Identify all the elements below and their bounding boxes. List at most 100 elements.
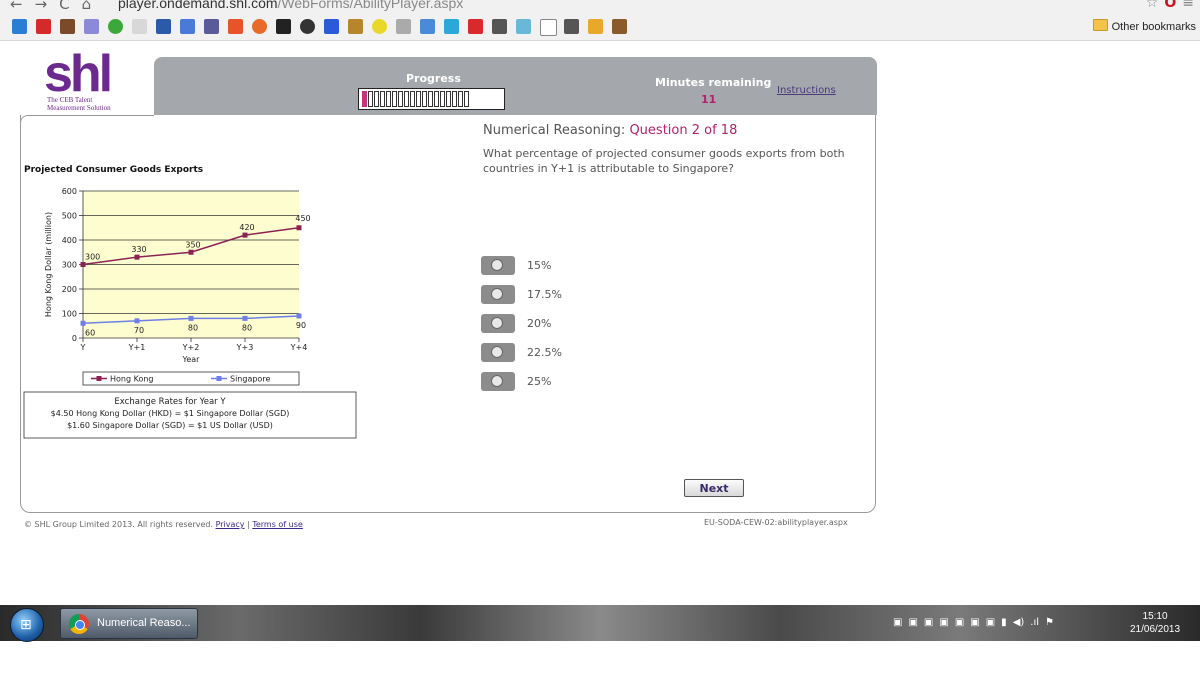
x-tick-label: Y <box>80 343 86 352</box>
network-status-icon[interactable]: ▣ <box>924 617 933 628</box>
bookmark-icon[interactable] <box>444 19 459 34</box>
footer-separator: | <box>247 520 250 529</box>
bookmark-icon[interactable] <box>588 19 603 34</box>
legend-label: Singapore <box>230 375 270 384</box>
progress-segment <box>380 91 385 107</box>
data-point <box>188 315 194 321</box>
bookmark-icon[interactable] <box>60 19 75 34</box>
answer-option[interactable]: 22.5% <box>481 338 562 367</box>
answer-option[interactable]: 17.5% <box>481 280 562 309</box>
minutes-value: 11 <box>701 93 717 106</box>
bookmark-icon[interactable] <box>108 19 123 34</box>
taskbar-clock[interactable]: 15:10 21/06/2013 <box>1130 610 1180 636</box>
data-label: 80 <box>242 323 252 332</box>
star-icon[interactable]: ☆ <box>1146 0 1159 11</box>
chart-title: Projected Consumer Goods Exports <box>24 165 204 175</box>
system-tray: ▣ ▣ ▣ ▣ ▣ ▣ ▣ ▮ ◀) .ıl ⚑ <box>893 617 1060 628</box>
home-icon[interactable]: ⌂ <box>82 0 92 13</box>
bookmark-icon[interactable] <box>564 19 579 34</box>
bookmark-icon[interactable] <box>12 19 27 34</box>
sync-icon[interactable]: ▣ <box>939 617 948 628</box>
instructions-link[interactable]: Instructions <box>777 85 836 96</box>
answer-option[interactable]: 25% <box>481 367 562 396</box>
bookmark-icon[interactable] <box>468 19 483 34</box>
answer-option[interactable]: 20% <box>481 309 562 338</box>
bookmark-icon[interactable] <box>180 19 195 34</box>
bookmark-icon[interactable] <box>252 19 267 34</box>
menu-icon[interactable]: ≡ <box>1182 0 1194 11</box>
data-label: 90 <box>296 321 306 330</box>
question-prefix: Numerical Reasoning: <box>483 123 626 138</box>
answer-label: 17.5% <box>527 288 562 301</box>
footer-page-id: EU-SODA-CEW-02:abilityplayer.aspx <box>704 518 848 527</box>
radio-button[interactable] <box>481 285 515 304</box>
app-icon[interactable]: ▣ <box>986 617 995 628</box>
terms-link[interactable]: Terms of use <box>252 520 303 529</box>
bookmark-icon[interactable] <box>84 19 99 34</box>
bookmark-icon[interactable] <box>396 19 411 34</box>
flag-icon[interactable]: ⚑ <box>1045 617 1054 628</box>
bookmark-icon[interactable] <box>132 19 147 34</box>
radio-button[interactable] <box>481 314 515 333</box>
bookmark-icon[interactable] <box>300 19 315 34</box>
opera-icon[interactable]: O <box>1164 0 1176 11</box>
answer-option[interactable]: 15% <box>481 251 562 280</box>
bookmark-icon[interactable] <box>324 19 339 34</box>
bookmark-icon[interactable] <box>348 19 363 34</box>
data-point <box>80 320 86 326</box>
shield-icon[interactable]: ▣ <box>893 617 902 628</box>
taskbar-chrome-window[interactable]: Numerical Reaso... <box>60 608 198 639</box>
windows-logo-icon: ⊞ <box>20 617 32 633</box>
privacy-link[interactable]: Privacy <box>216 520 245 529</box>
back-icon[interactable]: ← <box>10 0 23 13</box>
copyright-text: © SHL Group Limited 2013. All rights res… <box>24 520 214 529</box>
y-tick-label: 200 <box>62 285 77 294</box>
monitor-icon[interactable]: ▣ <box>970 617 979 628</box>
address-bar[interactable]: player.ondemand.shl.com/WebForms/Ability… <box>118 0 463 11</box>
reload-icon[interactable]: C <box>59 0 69 13</box>
bookmark-icon[interactable] <box>492 19 507 34</box>
display-icon[interactable]: ▣ <box>955 617 964 628</box>
bookmark-icon[interactable] <box>612 19 627 34</box>
bookmark-icon[interactable] <box>276 19 291 34</box>
adobe-icon[interactable]: ▣ <box>908 617 917 628</box>
bookmark-icon[interactable] <box>540 19 557 36</box>
exchange-rate-line: $1.60 Singapore Dollar (SGD) = $1 US Dol… <box>67 421 273 430</box>
bookmark-icon[interactable] <box>372 19 387 34</box>
y-tick-label: 600 <box>62 187 77 196</box>
folder-icon <box>1092 19 1108 31</box>
progress-segment <box>368 91 373 107</box>
start-button[interactable]: ⊞ <box>10 608 44 642</box>
bookmark-icon[interactable] <box>156 19 171 34</box>
bookmark-icon[interactable] <box>228 19 243 34</box>
data-label: 80 <box>188 323 198 332</box>
question-header: Numerical Reasoning: Question 2 of 18 <box>483 123 737 138</box>
y-tick-label: 100 <box>62 310 77 319</box>
answer-list: 15% 17.5% 20% 22.5% 25% <box>481 251 562 396</box>
bookmark-icon[interactable] <box>36 19 51 34</box>
y-tick-label: 400 <box>62 236 77 245</box>
bookmark-icon[interactable] <box>204 19 219 34</box>
other-bookmarks[interactable]: Other bookmarks <box>1092 19 1196 33</box>
browser-extensions: ☆ O ≡ <box>1146 0 1194 11</box>
shl-logo: shl The CEB Talent Measurement Solution <box>44 45 124 114</box>
bookmark-icon[interactable] <box>420 19 435 34</box>
power-icon[interactable]: ▮ <box>1001 617 1007 628</box>
answer-label: 25% <box>527 375 552 388</box>
radio-button[interactable] <box>481 256 515 275</box>
progress-segment <box>464 91 469 107</box>
y-tick-label: 300 <box>62 261 77 270</box>
radio-button[interactable] <box>481 343 515 362</box>
volume-icon[interactable]: ◀) <box>1013 617 1025 628</box>
minutes-label: Minutes remaining <box>655 76 772 89</box>
forward-icon[interactable]: → <box>35 0 48 13</box>
progress-segment <box>440 91 445 107</box>
signal-icon[interactable]: .ıl <box>1030 617 1039 628</box>
x-tick-label: Y+2 <box>182 343 200 352</box>
y-axis-label: Hong Kong Dollar (million) <box>44 212 53 317</box>
next-button[interactable]: Next <box>684 479 744 497</box>
data-point <box>242 315 248 321</box>
progress-bar <box>358 88 505 110</box>
radio-button[interactable] <box>481 372 515 391</box>
bookmark-icon[interactable] <box>516 19 531 34</box>
